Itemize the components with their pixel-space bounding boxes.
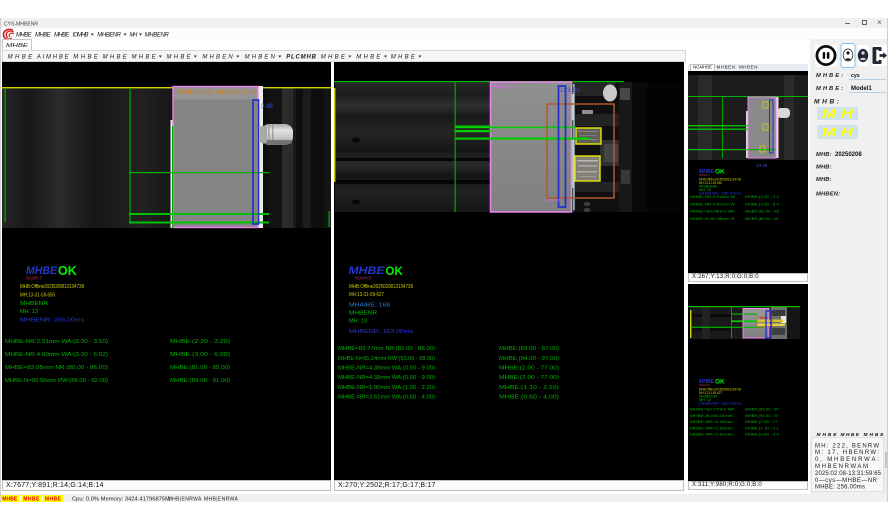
svg-text:MHBE:(2.00 - 77.00): MHBE:(2.00 - 77.00) [499,366,559,372]
svg-text:NG:1.97: NG:1.97 [546,198,561,203]
svg-text:MHBE:(2.00 - 77.: MHBE:(2.00 - 77. [745,420,779,424]
svg-text:MHBE-N=90.56mm RW:(88.00 - 92.: MHBE-N=90.56mm RW:(88.00 - 92.00) [5,378,108,384]
svg-text:MHAIBE: 168: MHAIBE: 168 [349,303,390,309]
svg-text:OK: OK [715,379,725,386]
svg-text:MHBE:(3.00 - 6.0: MHBE:(3.00 - 6.0 [745,202,779,206]
svg-text:MHBE:(94.00 - 97: MHBE:(94.00 - 97 [745,414,779,418]
svg-text:MHBE:(89.00 - 91: MHBE:(89.00 - 91 [745,217,779,221]
svg-text:NGMH:T: NGMH:T [26,276,42,281]
svg-text:MHBE-N=90.56mm R..: MHBE-N=90.56mm R.. [690,217,737,221]
svg-text:MH:13-31-59-627: MH:13-31-59-627 [349,292,384,298]
svg-text:MHBE-NR=1.90mm WA:(1.00 - 2.20: MHBE-NR=1.90mm WA:(1.00 - 2.20) [338,385,435,391]
svg-text:OK: OK [58,264,77,278]
svg-text:MHBE:(0.60 - 4.00): MHBE:(0.60 - 4.00) [499,395,559,401]
svg-text:MHBE:93, NRWA:100: MHBE:93, NRWA:100 [177,90,256,96]
svg-text:MHBE:(89.00 - 91.00): MHBE:(89.00 - 91.00) [170,378,230,384]
svg-text:OK: OK [386,266,404,278]
svg-text:123.88: 123.88 [560,87,580,94]
svg-text:3.48: 3.48 [261,104,273,110]
svg-text:MHBENR: 163.00ms: MHBENR: 163.00ms [349,329,413,335]
svg-text:MHBENR: 163.00ms: MHBENR: 163.00ms [699,402,741,406]
svg-text:AIMHB: AIMHB [493,85,515,91]
svg-text:MHBE-NR:2.91mm W..: MHBE-NR:2.91mm W.. [690,195,737,199]
svg-text:MHBE:(2.00 - 77.00): MHBE:(2.00 - 77.00) [499,375,559,381]
svg-text:MHBE:(81.00 - 85.00): MHBE:(81.00 - 85.00) [170,365,230,371]
svg-text:MHBENR: MHBENR [349,311,377,317]
svg-text:MHB:Offline2025020813134728: MHB:Offline2025020813134728 [349,284,413,290]
svg-text:MHBE-N=95.24mm ..: MHBE-N=95.24mm .. [690,414,737,418]
svg-text:MHBE-N=95.24mm RW:(93.00 - 98.: MHBE-N=95.24mm RW:(93.00 - 98.00) [338,356,435,362]
svg-text:NGMH:T: NGMH:T [699,173,710,177]
svg-text:MHBE-NR=2.61mm ..: MHBE-NR=2.61mm .. [690,433,737,437]
svg-text:MHBE-NR=4.38mm ..: MHBE-NR=4.38mm .. [690,420,737,424]
svg-text:MHBE-NR=2.61mm WA:(0.60 - 4.00: MHBE-NR=2.61mm WA:(0.60 - 4.00) [338,395,435,401]
svg-text:MHBE:(1.10 - 2.10): MHBE:(1.10 - 2.10) [499,385,559,391]
svg-text:MHBE-NR=4.38mm WA:(0.00 - 9.00: MHBE-NR=4.38mm WA:(0.00 - 9.00) [338,375,435,381]
svg-text:MH:13-31-59-650: MH:13-31-59-650 [20,293,55,299]
svg-text:MHBE-NR:2.91mm WA:(2.00 - 3.50: MHBE-NR:2.91mm WA:(2.00 - 3.50) [5,339,108,345]
svg-text:OK: OK [715,169,725,176]
svg-text:MHBE-NR:4.60mm WA:(3.00 - 6.02: MHBE-NR:4.60mm WA:(3.00 - 6.02) [5,352,108,358]
svg-text:MHBENR: 256.00ms: MHBENR: 256.00ms [20,318,84,324]
svg-text:MHBE=83.05mm NR:(80.00 - 86.00: MHBE=83.05mm NR:(80.00 - 86.00) [5,365,108,371]
svg-text:MHBE-NR:4.60mm W..: MHBE-NR:4.60mm W.. [690,202,737,206]
svg-text:MHBE=83.05mm NR..: MHBE=83.05mm NR.. [690,210,737,214]
svg-text:MHBE:(0.60 - 4.0: MHBE:(0.60 - 4.0 [745,433,779,437]
svg-text:MHBE=83.77mm NR:(82.00 - 88.00: MHBE=83.77mm NR:(82.00 - 88.00) [338,346,435,352]
svg-text:MHB:Offline2025020813134728: MHB:Offline2025020813134728 [20,284,84,290]
svg-text:MH: 13: MH: 13 [20,309,38,315]
svg-text:NGMH:0: NGMH:0 [699,383,710,387]
svg-text:13.48: 13.48 [756,163,768,168]
svg-text:MHBE:(2.20 - 3.20): MHBE:(2.20 - 3.20) [170,339,230,345]
svg-text:MHBE-NR=1.90mm ..: MHBE-NR=1.90mm .. [690,426,737,430]
svg-text:MH: 13: MH: 13 [349,319,367,325]
svg-text:MHBE-NR=4.38mm WA:(0.00 - 9.00: MHBE-NR=4.38mm WA:(0.00 - 9.00) [338,366,435,372]
svg-text:MHBE:(3.00 - 6.00): MHBE:(3.00 - 6.00) [170,352,230,358]
svg-text:MHBE:(1.10 - 2.1: MHBE:(1.10 - 2.1 [745,426,779,430]
svg-text:NGMH:0: NGMH:0 [355,276,372,281]
svg-text:MHBE:(2.20 - 3.2: MHBE:(2.20 - 3.2 [745,195,779,199]
svg-text:MHBENR: MHBENR [20,301,48,307]
svg-text:MHBE:(81.00 - 85: MHBE:(81.00 - 85 [745,210,779,214]
svg-text:MHBE:(83.00 - 87: MHBE:(83.00 - 87 [745,408,779,412]
svg-text:MHBE=63.77mm NR..: MHBE=63.77mm NR.. [690,408,737,412]
svg-text:MHBE:(94.00 - 97.00): MHBE:(94.00 - 97.00) [499,356,559,362]
svg-text:MHBE:(83.00 - 87.00): MHBE:(83.00 - 87.00) [499,346,559,352]
